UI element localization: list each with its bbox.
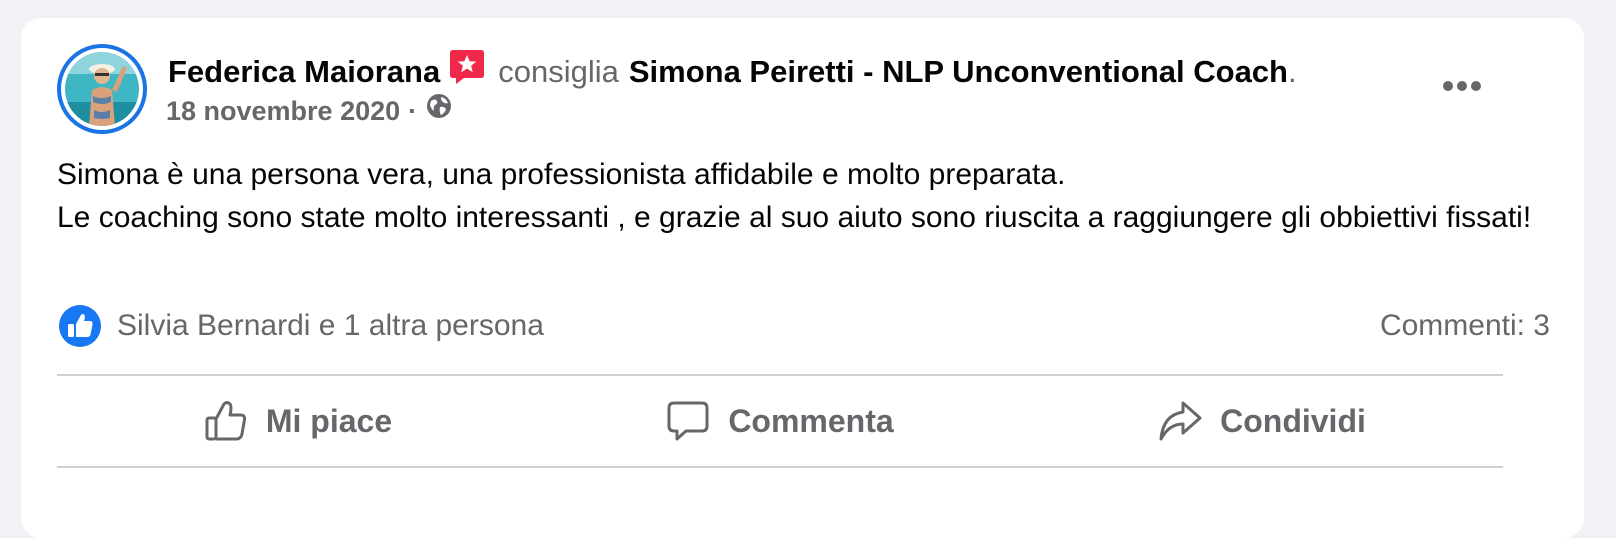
- recommended-page-name[interactable]: Simona Peiretti - NLP Unconventional Coa…: [629, 52, 1288, 92]
- recommend-verb: consiglia: [498, 54, 619, 89]
- reactions-text: Silvia Bernardi e 1 altra persona: [117, 309, 544, 342]
- share-button-label: Condividi: [1220, 402, 1366, 439]
- post-card: Federica Maiorana consiglia Simona Peire…: [21, 18, 1584, 538]
- post-body-line: Simona è una persona vera, una professio…: [57, 158, 1066, 191]
- post-body-line: Le coaching sono state molto interessant…: [57, 201, 1532, 234]
- comment-button-label: Commenta: [728, 402, 894, 439]
- post-header: Federica Maiorana consiglia Simona Peire…: [168, 48, 1297, 96]
- divider: [57, 466, 1503, 468]
- header-period: .: [1288, 54, 1297, 89]
- like-button-label: Mi piace: [265, 402, 393, 439]
- post-body: Simona è una persona vera, una professio…: [57, 153, 1537, 239]
- globe-icon: [425, 92, 453, 129]
- reactions-summary[interactable]: Silvia Bernardi e 1 altra persona: [59, 304, 544, 348]
- action-bar: Mi piace Commenta Condividi: [57, 376, 1503, 466]
- more-options-button[interactable]: [1423, 64, 1501, 108]
- share-arrow-icon: [1159, 401, 1202, 441]
- post-meta: 18 novembre 2020 ·: [166, 92, 453, 129]
- thumbs-up-icon: [205, 401, 246, 441]
- meta-separator: ·: [408, 95, 418, 126]
- ellipsis-icon: [1443, 81, 1481, 91]
- author-name[interactable]: Federica Maiorana: [168, 52, 440, 92]
- recommendation-badge-icon: [448, 48, 486, 96]
- comments-count-link[interactable]: Commenti: 3: [1380, 304, 1550, 348]
- avatar[interactable]: [57, 44, 147, 134]
- comment-bubble-icon: [667, 401, 709, 441]
- avatar-photo: [65, 52, 139, 126]
- post-date[interactable]: 18 novembre 2020: [166, 93, 400, 129]
- share-button[interactable]: Condividi: [1021, 376, 1503, 466]
- comment-button[interactable]: Commenta: [539, 376, 1021, 466]
- like-button[interactable]: Mi piace: [57, 376, 539, 466]
- like-reaction-icon: [59, 305, 101, 347]
